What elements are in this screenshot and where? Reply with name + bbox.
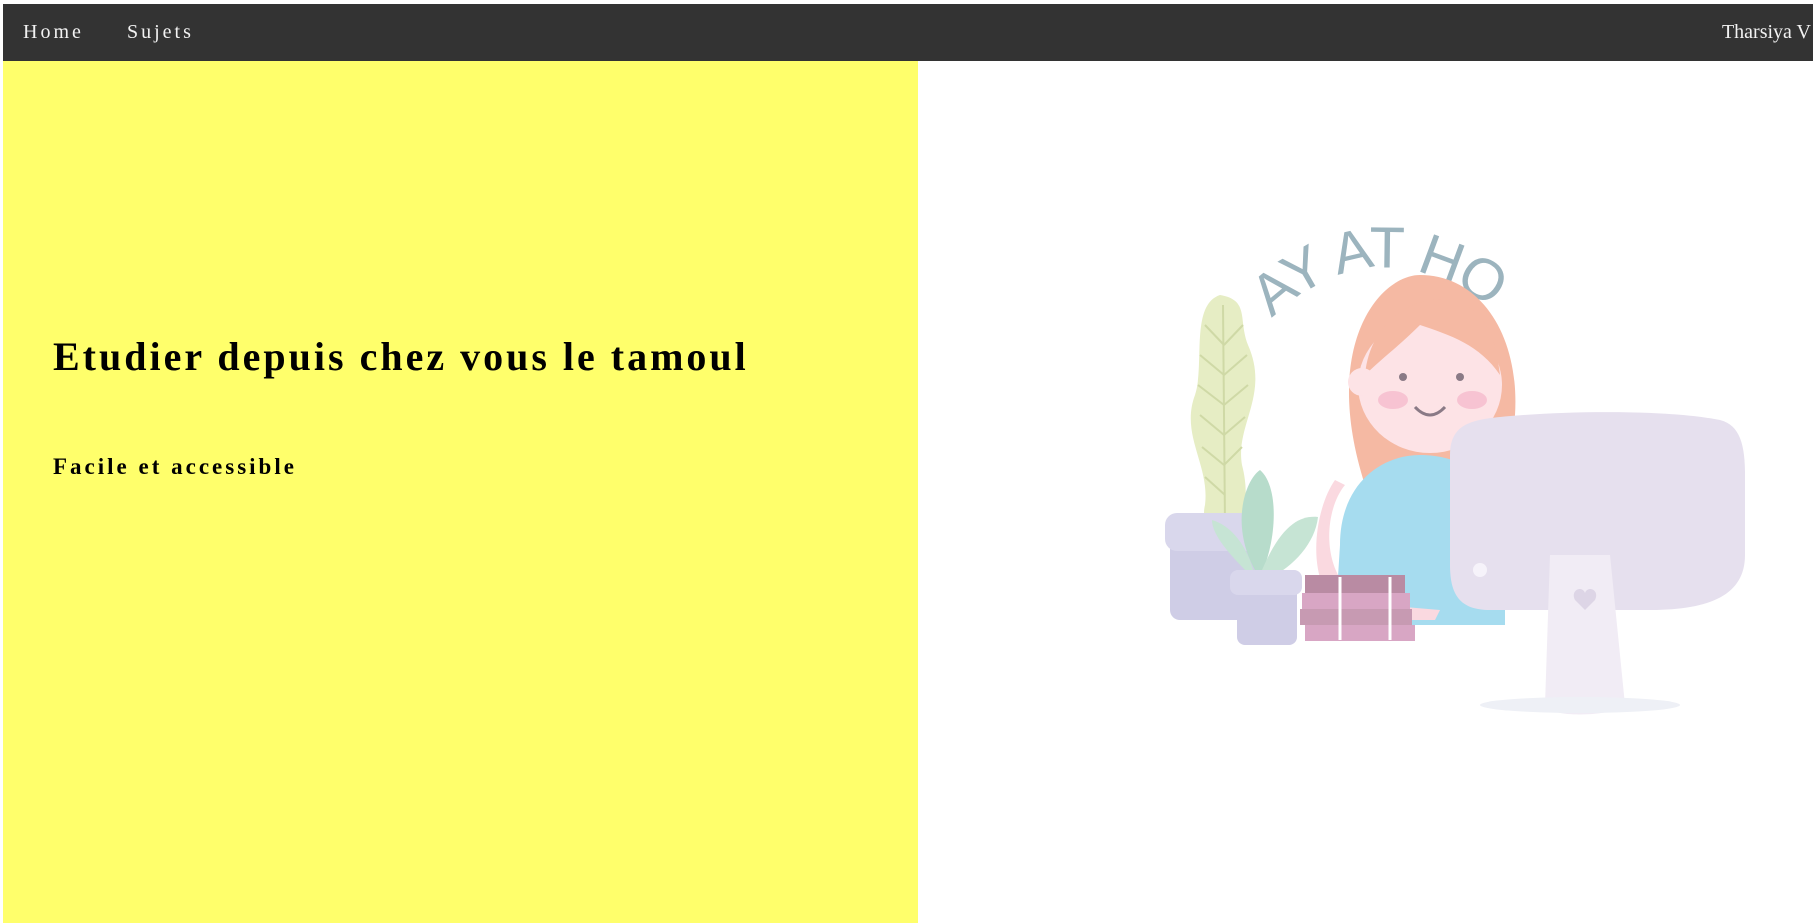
hero-title: Etudier depuis chez vous le tamoul	[53, 334, 749, 379]
top-navbar: Home Sujets Tharsiya V	[3, 4, 1813, 61]
hero-subtitle: Facile et accessible	[53, 454, 297, 479]
hero-text-panel: Etudier depuis chez vous le tamoul Facil…	[3, 61, 918, 923]
stay-at-home-illustration: STAY AT HOME	[1150, 225, 1745, 715]
books-icon	[1300, 575, 1415, 641]
computer-monitor-icon	[1450, 412, 1745, 715]
nav-home-link[interactable]: Home	[23, 4, 84, 61]
nav-sujets-link[interactable]: Sujets	[127, 4, 194, 61]
user-name-link[interactable]: Tharsiya V	[1722, 4, 1811, 61]
